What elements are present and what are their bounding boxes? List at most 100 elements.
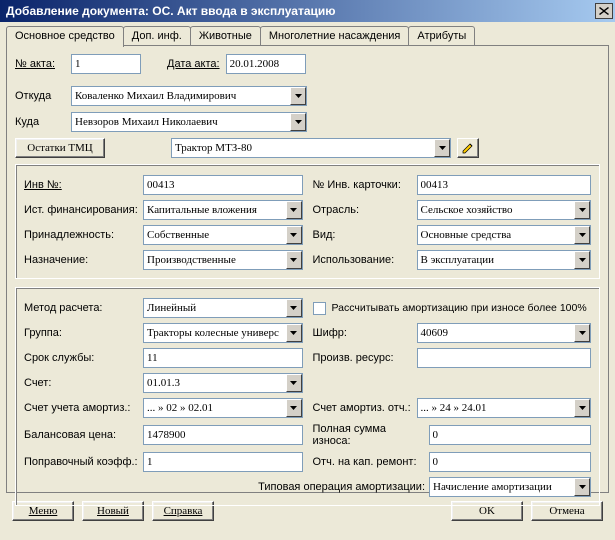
purpose-value: Производственные xyxy=(147,254,236,266)
item-value: Трактор МТЗ-80 xyxy=(175,142,252,154)
tab-main[interactable]: Основное средство xyxy=(6,26,124,47)
amort-ded-label: Счет амортиз. отч.: xyxy=(313,402,413,414)
chevron-down-icon xyxy=(574,251,590,269)
chevron-down-icon xyxy=(286,399,302,417)
chevron-down-icon xyxy=(434,139,450,157)
to-value: Невзоров Михаил Николаевич xyxy=(75,116,218,128)
cancel-button-label: Отмена xyxy=(549,505,584,517)
tabstrip: Основное средство Доп. инф. Животные Мно… xyxy=(0,22,615,45)
wear-label: Полная сумма износа: xyxy=(313,423,425,447)
kapr-label: Отч. на кап. ремонт: xyxy=(313,456,425,468)
from-select[interactable]: Коваленко Михаил Владимирович xyxy=(71,86,307,106)
method-label: Метод расчета: xyxy=(24,302,139,314)
titlebar: Добавление документа: ОС. Акт ввода в эк… xyxy=(0,0,615,22)
group-label: Группа: xyxy=(24,327,139,339)
typop-value: Начисление амортизации xyxy=(433,481,552,493)
kind-label: Вид: xyxy=(313,229,413,241)
tab-extra[interactable]: Доп. инф. xyxy=(123,26,191,45)
chevron-down-icon xyxy=(286,299,302,317)
code-select[interactable]: 40609 xyxy=(417,323,592,343)
life-label: Срок службы: xyxy=(24,352,139,364)
tabpanel-main: № акта: Дата акта: Откуда Коваленко Миха… xyxy=(6,45,609,493)
stock-button-label: Остатки ТМЦ xyxy=(27,142,92,154)
close-button[interactable] xyxy=(595,3,613,19)
chevron-down-icon xyxy=(574,324,590,342)
tab-attrs[interactable]: Атрибуты xyxy=(408,26,475,45)
bal-input[interactable] xyxy=(143,425,303,445)
inv-no-label: Инв №: xyxy=(24,179,139,191)
chevron-down-icon xyxy=(290,113,306,131)
stock-button[interactable]: Остатки ТМЦ xyxy=(15,138,105,158)
amort-acct-label: Счет учета амортиз.: xyxy=(24,402,139,414)
wear-input[interactable] xyxy=(429,425,592,445)
code-value: 40609 xyxy=(421,327,449,339)
method-select[interactable]: Линейный xyxy=(143,298,303,318)
acct-select[interactable]: 01.01.3 xyxy=(143,373,303,393)
amort-ded-value: ... » 24 » 24.01 xyxy=(421,402,487,414)
typop-select[interactable]: Начисление амортизации xyxy=(429,477,591,497)
use-select[interactable]: В эксплуатации xyxy=(417,250,592,270)
industry-select[interactable]: Сельское хозяйство xyxy=(417,200,592,220)
acct-value: 01.01.3 xyxy=(147,377,180,389)
inv-no-input[interactable] xyxy=(143,175,303,195)
pencil-icon xyxy=(461,141,475,155)
edit-item-button[interactable] xyxy=(457,138,479,158)
amort-acct-value: ... » 02 » 02.01 xyxy=(147,402,213,414)
chevron-down-icon xyxy=(574,478,590,496)
from-label: Откуда xyxy=(15,90,65,102)
chevron-down-icon xyxy=(286,226,302,244)
chevron-down-icon xyxy=(286,374,302,392)
overwear-label: Рассчитывать амортизацию при износе боле… xyxy=(332,302,587,314)
acct-label: Счет: xyxy=(24,377,139,389)
act-no-input[interactable] xyxy=(71,54,141,74)
chevron-down-icon xyxy=(286,251,302,269)
kind-select[interactable]: Основные средства xyxy=(417,225,592,245)
overwear-checkbox[interactable] xyxy=(313,302,326,315)
purpose-label: Назначение: xyxy=(24,254,139,266)
res-label: Произв. ресурс: xyxy=(313,352,413,364)
new-button-label: Новый xyxy=(97,505,129,517)
fin-value: Капитальные вложения xyxy=(147,204,257,216)
group-select[interactable]: Тракторы колесные универс xyxy=(143,323,303,343)
own-select[interactable]: Собственные xyxy=(143,225,303,245)
act-no-label: № акта: xyxy=(15,58,65,70)
life-input[interactable] xyxy=(143,348,303,368)
card-no-label: № Инв. карточки: xyxy=(313,179,413,191)
ok-button-label: OK xyxy=(479,505,495,517)
own-value: Собственные xyxy=(147,229,209,241)
use-value: В эксплуатации xyxy=(421,254,495,266)
method-value: Линейный xyxy=(147,302,196,314)
item-select[interactable]: Трактор МТЗ-80 xyxy=(171,138,451,158)
amort-ded-select[interactable]: ... » 24 » 24.01 xyxy=(417,398,592,418)
typop-label: Типовая операция амортизации: xyxy=(258,481,425,493)
tab-perennial[interactable]: Многолетние насаждения xyxy=(260,26,409,45)
fin-label: Ист. финансирования: xyxy=(24,204,139,216)
tab-label: Основное средство xyxy=(15,30,115,42)
use-label: Использование: xyxy=(313,254,413,266)
chevron-down-icon xyxy=(290,87,306,105)
purpose-select[interactable]: Производственные xyxy=(143,250,303,270)
from-value: Коваленко Михаил Владимирович xyxy=(75,90,236,102)
kapr-input[interactable] xyxy=(429,452,592,472)
own-label: Принадлежность: xyxy=(24,229,139,241)
tab-label: Доп. инф. xyxy=(132,30,182,42)
fin-select[interactable]: Капитальные вложения xyxy=(143,200,303,220)
tab-label: Многолетние насаждения xyxy=(269,30,400,42)
group-classification: Инв №: № Инв. карточки: Ист. финансирова… xyxy=(15,164,600,279)
to-select[interactable]: Невзоров Михаил Николаевич xyxy=(71,112,307,132)
window-title: Добавление документа: ОС. Акт ввода в эк… xyxy=(6,4,336,18)
tab-label: Животные xyxy=(199,30,252,42)
card-no-input[interactable] xyxy=(417,175,592,195)
chevron-down-icon xyxy=(286,324,302,342)
res-input[interactable] xyxy=(417,348,592,368)
chevron-down-icon xyxy=(574,201,590,219)
coef-input[interactable] xyxy=(143,452,303,472)
group-amortization: Метод расчета: Линейный Рассчитывать амо… xyxy=(15,287,600,506)
to-label: Куда xyxy=(15,116,65,128)
chevron-down-icon xyxy=(574,226,590,244)
act-date-input[interactable] xyxy=(226,54,306,74)
tab-animals[interactable]: Животные xyxy=(190,26,261,45)
coef-label: Поправочный коэфф.: xyxy=(24,456,139,468)
amort-acct-select[interactable]: ... » 02 » 02.01 xyxy=(143,398,303,418)
tab-label: Атрибуты xyxy=(417,30,466,42)
